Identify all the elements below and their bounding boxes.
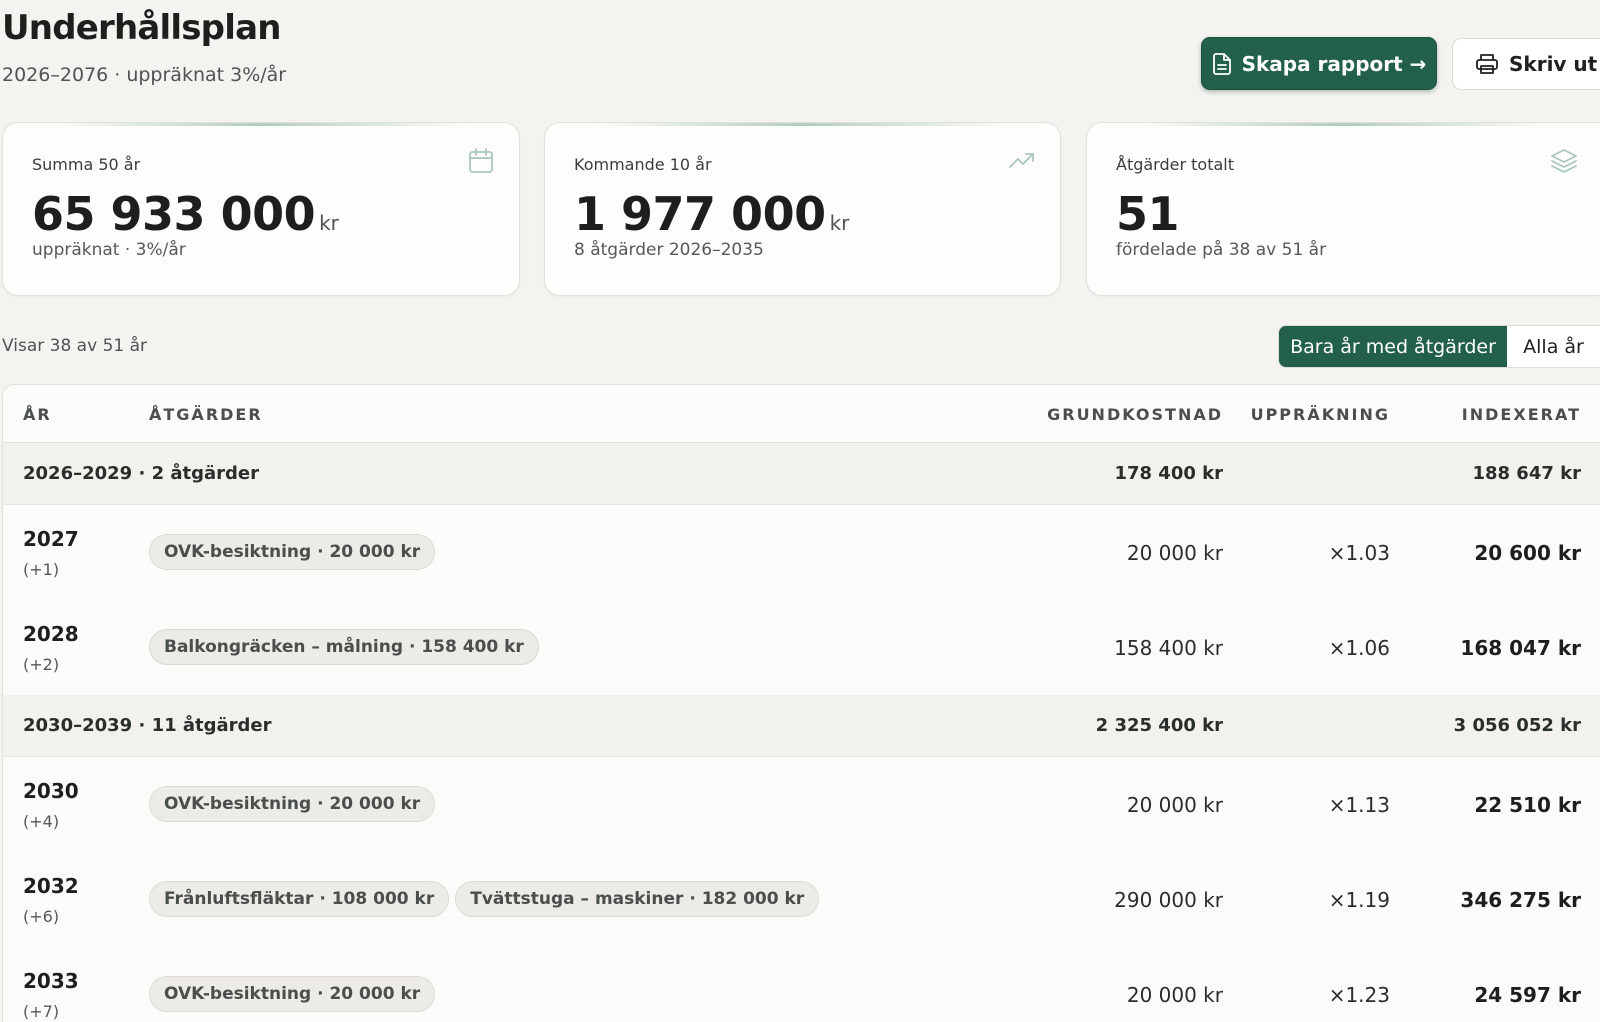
action-chip[interactable]: Tvättstuga – maskiner · 182 000 kr	[455, 881, 820, 917]
row-indexed: 168 047 kr	[1460, 636, 1581, 660]
row-base-cost: 290 000 kr	[1114, 888, 1223, 912]
row-base-cost: 20 000 kr	[1126, 541, 1223, 565]
summary-card-total: Summa 50 år 65 933 000 kr uppräknat · 3%/…	[2, 122, 520, 296]
row-year: 2027	[23, 527, 79, 551]
row-factor: ×1.06	[1328, 636, 1390, 660]
row-factor: ×1.19	[1328, 888, 1390, 912]
create-report-button[interactable]: Skapa rapport →	[1201, 37, 1437, 90]
row-year: 2030	[23, 779, 79, 803]
action-chip[interactable]: OVK-besiktning · 20 000 kr	[149, 534, 436, 570]
card-subtext: 8 åtgärder 2026–2035	[574, 240, 764, 260]
row-year: 2033	[23, 969, 79, 993]
group-row[interactable]: 2026–2029 · 2 åtgärder 178 400 kr 188 64…	[3, 443, 1600, 505]
filter-all-years[interactable]: Alla år	[1507, 326, 1600, 367]
maintenance-table: ÅR ÅTGÄRDER GRUNDKOSTNAD UPPRÄKNING INDE…	[2, 384, 1600, 1022]
card-subtext: fördelade på 38 av 51 år	[1116, 240, 1327, 260]
row-year: 2032	[23, 874, 79, 898]
column-year[interactable]: ÅR	[23, 405, 52, 424]
filter-only-years-with-actions[interactable]: Bara år med åtgärder	[1279, 326, 1507, 367]
row-offset: (+6)	[23, 907, 60, 926]
row-indexed: 20 600 kr	[1474, 541, 1581, 565]
create-report-label: Skapa rapport →	[1241, 51, 1427, 76]
group-label: 2026–2029 · 2 åtgärder	[23, 463, 259, 484]
table-row: 2030 (+4) OVK-besiktning · 20 000 kr 20 …	[3, 757, 1600, 853]
action-chip[interactable]: OVK-besiktning · 20 000 kr	[149, 786, 436, 822]
action-chip[interactable]: Frånluftsfläktar · 108 000 kr	[149, 881, 450, 917]
row-base-cost: 158 400 kr	[1114, 636, 1223, 660]
action-chip[interactable]: OVK-besiktning · 20 000 kr	[149, 976, 436, 1012]
row-indexed: 346 275 kr	[1460, 888, 1581, 912]
row-factor: ×1.23	[1328, 983, 1390, 1007]
group-label: 2030–2039 · 11 åtgärder	[23, 715, 272, 736]
group-base-cost: 2 325 400 kr	[1095, 715, 1223, 736]
card-value: 65 933 000 kr	[32, 187, 339, 241]
document-icon	[1212, 52, 1231, 75]
trending-up-icon	[1009, 153, 1034, 168]
print-button[interactable]: Skriv ut	[1452, 38, 1600, 90]
printer-icon	[1476, 54, 1498, 74]
group-row[interactable]: 2030–2039 · 11 åtgärder 2 325 400 kr 3 0…	[3, 695, 1600, 757]
group-indexed: 3 056 052 kr	[1453, 715, 1581, 736]
card-label: Kommande 10 år	[574, 155, 712, 174]
year-filter-toggle: Bara år med åtgärder Alla år	[1278, 325, 1600, 368]
card-value: 51	[1116, 187, 1180, 241]
action-chip[interactable]: Balkongräcken – målning · 158 400 kr	[149, 629, 539, 665]
row-year: 2028	[23, 622, 79, 646]
row-base-cost: 20 000 kr	[1126, 983, 1223, 1007]
action-chips: OVK-besiktning · 20 000 kr	[149, 976, 436, 1012]
row-offset: (+2)	[23, 655, 60, 674]
layers-icon	[1551, 149, 1577, 173]
action-chips: Balkongräcken – målning · 158 400 kr	[149, 629, 539, 665]
column-base-cost[interactable]: GRUNDKOSTNAD	[1047, 405, 1223, 424]
showing-count: Visar 38 av 51 år	[2, 336, 148, 356]
action-chips: Frånluftsfläktar · 108 000 kr Tvättstuga…	[149, 881, 820, 917]
row-factor: ×1.03	[1328, 541, 1390, 565]
card-subtext: uppräknat · 3%/år	[32, 240, 186, 260]
card-label: Åtgärder totalt	[1116, 155, 1234, 174]
page-title: Underhållsplan	[2, 8, 281, 48]
group-indexed: 188 647 kr	[1472, 463, 1581, 484]
row-offset: (+1)	[23, 560, 60, 579]
column-factor[interactable]: UPPRÄKNING	[1251, 405, 1390, 424]
table-row: 2032 (+6) Frånluftsfläktar · 108 000 kr …	[3, 852, 1600, 948]
row-base-cost: 20 000 kr	[1126, 793, 1223, 817]
table-header: ÅR ÅTGÄRDER GRUNDKOSTNAD UPPRÄKNING INDE…	[3, 385, 1600, 443]
row-factor: ×1.13	[1328, 793, 1390, 817]
action-chips: OVK-besiktning · 20 000 kr	[149, 534, 436, 570]
row-offset: (+4)	[23, 812, 60, 831]
group-base-cost: 178 400 kr	[1114, 463, 1223, 484]
print-label: Skriv ut	[1509, 52, 1598, 76]
row-offset: (+7)	[23, 1002, 60, 1021]
summary-card-next-10-years: Kommande 10 år 1 977 000 kr 8 åtgärder 20…	[544, 122, 1061, 296]
column-actions[interactable]: ÅTGÄRDER	[149, 405, 263, 424]
card-value: 1 977 000 kr	[574, 187, 850, 241]
summary-card-actions-total: Åtgärder totalt 51 fördelade på 38 av 51…	[1086, 122, 1600, 296]
card-label: Summa 50 år	[32, 155, 141, 174]
row-indexed: 24 597 kr	[1474, 983, 1581, 1007]
table-row: 2028 (+2) Balkongräcken – målning · 158 …	[3, 600, 1600, 696]
action-chips: OVK-besiktning · 20 000 kr	[149, 786, 436, 822]
calendar-icon	[469, 148, 493, 173]
row-indexed: 22 510 kr	[1474, 793, 1581, 817]
column-indexed[interactable]: INDEXERAT	[1462, 405, 1581, 424]
page-subtitle: 2026–2076 · uppräknat 3%/år	[2, 64, 287, 86]
table-row: 2033 (+7) OVK-besiktning · 20 000 kr 20 …	[3, 947, 1600, 1022]
table-row: 2027 (+1) OVK-besiktning · 20 000 kr 20 …	[3, 505, 1600, 601]
